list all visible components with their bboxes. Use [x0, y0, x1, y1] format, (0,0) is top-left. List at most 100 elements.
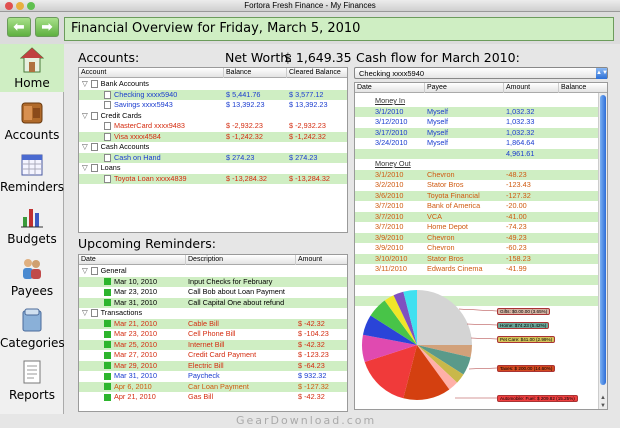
scrollbar-thumb[interactable] — [600, 95, 606, 385]
pie-slice-label: Automobile: Fuel: $ 209.82 (15.25%) — [497, 395, 578, 402]
table-row[interactable]: Mar 10, 2010 Input Checks for February — [79, 276, 347, 287]
table-row[interactable]: 3/6/2010 Toyota Financial -127.32 — [355, 190, 600, 201]
disclosure-triangle-icon[interactable]: ▽ — [82, 163, 88, 172]
account-cleared: $ -2,932.23 — [289, 121, 326, 130]
forward-button[interactable]: ➡ — [35, 17, 59, 37]
col-cleared[interactable]: Cleared Balance — [287, 68, 347, 78]
table-row[interactable]: Mar 27, 2010 Credit Card Payment $ -123.23 — [79, 350, 347, 361]
sidebar-item-payees[interactable]: Payees — [0, 252, 64, 300]
table-row[interactable]: Apr 6, 2010 Car Loan Payment $ -127.32 — [79, 381, 347, 392]
col-description[interactable]: Description — [186, 255, 296, 265]
reminder-date-text: Apr 6, 2010 — [114, 381, 152, 391]
account-select[interactable]: Checking xxxx5940 ▲▼ — [354, 67, 608, 79]
account-name: Cash on Hand — [104, 153, 161, 164]
col-date[interactable]: Date — [79, 255, 186, 265]
reminder-amount: $ 932.32 — [298, 371, 327, 380]
sidebar-item-categories[interactable]: Categories — [0, 304, 65, 352]
money-in-total-row: 4,961.61 — [355, 148, 600, 159]
account-name-text: Savings xxxx5943 — [114, 100, 173, 109]
sidebar-item-budgets[interactable]: Budgets — [0, 200, 64, 248]
table-row[interactable]: Apr 21, 2010 Gas Bill $ -42.32 — [79, 392, 347, 403]
table-row[interactable]: 3/10/2010 Stator Bros -158.23 — [355, 253, 600, 264]
watermark: GearDownload.com — [236, 414, 377, 427]
group-label: ▽ Credit Cards — [82, 111, 142, 122]
table-row[interactable]: Cash on Hand $ 274.23 $ 274.23 — [79, 152, 347, 164]
table-row[interactable]: 3/24/2010 Myself 1,864.64 — [355, 138, 600, 149]
cf-payee: Chevron — [427, 232, 455, 242]
cf-payee: Stator Bros — [427, 253, 464, 263]
table-row[interactable]: MasterCard xxxx9483 $ -2,932.23 $ -2,932.2… — [79, 121, 347, 132]
reminder-amount: $ -104.23 — [298, 329, 329, 338]
disclosure-triangle-icon[interactable]: ▽ — [82, 111, 88, 120]
table-row[interactable]: 3/9/2010 Chevron -49.23 — [355, 232, 600, 243]
table-row[interactable]: Mar 31, 2010 Paycheck $ 932.32 — [79, 371, 347, 382]
disclosure-triangle-icon[interactable]: ▽ — [82, 142, 88, 151]
account-group[interactable]: ▽ Credit Cards — [79, 111, 347, 122]
table-row[interactable]: 3/11/2010 Edwards Cinema -41.99 — [355, 264, 600, 275]
table-row[interactable]: 3/7/2010 Bank of America -20.00 — [355, 201, 600, 212]
table-row[interactable]: 3/9/2010 Chevron -60.23 — [355, 243, 600, 254]
col-balance[interactable]: Balance — [224, 68, 287, 78]
table-row[interactable]: Visa xxxx4584 $ -1,242.32 $ -1,242.32 — [79, 131, 347, 142]
col-amount[interactable]: Amount — [296, 255, 347, 265]
table-row[interactable]: 3/2/2010 Stator Bros -123.43 — [355, 180, 600, 191]
reminder-amount: $ -127.32 — [298, 381, 329, 391]
table-row[interactable]: 3/7/2010 VCA -41.00 — [355, 211, 600, 222]
col-cf-payee[interactable]: Payee — [425, 83, 504, 93]
status-square-icon — [104, 299, 111, 307]
table-row[interactable]: Savings xxxx5943 $ 13,392.23 $ 13,392.23 — [79, 100, 347, 111]
reminder-date: Mar 23, 2010 — [104, 329, 157, 340]
table-row[interactable]: Mar 23, 2010 Cell Phone Bill $ -104.23 — [79, 329, 347, 340]
col-account[interactable]: Account — [79, 68, 224, 78]
col-cf-date[interactable]: Date — [355, 83, 425, 93]
cf-payee: Bank of America — [427, 201, 481, 210]
minimize-icon[interactable] — [16, 2, 24, 10]
reminders-heading: Upcoming Reminders: — [78, 236, 216, 251]
account-name-text: Checking xxxx5940 — [114, 89, 178, 99]
accounts-table[interactable]: Account Balance Cleared Balance ▽ Bank Ac… — [78, 67, 348, 233]
table-row[interactable]: Mar 31, 2010 Call Capital One about refun… — [79, 297, 347, 308]
cashflow-scrollbar[interactable]: ▲ ▼ — [598, 93, 607, 409]
sidebar-item-accounts[interactable]: Accounts — [0, 96, 64, 144]
reminder-description: Cable Bill — [188, 318, 219, 328]
zoom-icon[interactable] — [27, 2, 35, 10]
table-row[interactable]: 3/7/2010 Home Depot -74.23 — [355, 222, 600, 233]
table-row[interactable]: 3/1/2010 Chevron -48.23 — [355, 169, 600, 180]
table-row[interactable]: Mar 23, 2010 Call Bob about Loan Payment — [79, 287, 347, 298]
disclosure-triangle-icon[interactable]: ▽ — [82, 79, 88, 88]
account-balance: $ 5,441.76 — [226, 89, 261, 99]
account-group[interactable]: ▽ Bank Accounts — [79, 79, 347, 90]
account-group[interactable]: ▽ Cash Accounts — [79, 142, 347, 153]
col-cf-amount[interactable]: Amount — [504, 83, 559, 93]
table-row[interactable]: 3/12/2010 Myself 1,032.33 — [355, 117, 600, 128]
sidebar-item-home[interactable]: Home — [0, 44, 64, 92]
close-icon[interactable] — [5, 2, 13, 10]
sidebar-item-reports[interactable]: Reports — [0, 356, 64, 404]
sidebar-item-reminders[interactable]: Reminders — [0, 148, 64, 196]
scroll-up-icon[interactable]: ▲ — [600, 395, 606, 401]
account-cleared: $ -1,242.32 — [289, 131, 326, 141]
reminder-group[interactable]: ▽ Transactions — [79, 308, 347, 319]
scroll-down-icon[interactable]: ▼ — [600, 403, 606, 409]
table-row[interactable]: Mar 25, 2010 Internet Bill $ -42.32 — [79, 339, 347, 350]
table-row[interactable]: Mar 29, 2010 Electric Bill $ -64.23 — [79, 360, 347, 371]
col-cf-balance[interactable]: Balance — [559, 83, 607, 93]
back-button[interactable]: ⬅ — [7, 17, 31, 37]
table-row[interactable]: Checking xxxx5940 $ 5,441.76 $ 3,577.12 — [79, 89, 347, 101]
cf-amount: -41.99 — [506, 264, 527, 273]
reminders-table[interactable]: Date Description Amount ▽ General Mar 10, … — [78, 254, 348, 412]
table-row[interactable]: Toyota Loan xxxx4839 $ -13,284.32 $ -13,28… — [79, 173, 347, 184]
money-out-label: Money Out — [355, 159, 600, 170]
table-row[interactable]: 3/1/2010 Myself 1,032.32 — [355, 106, 600, 117]
table-row[interactable]: Mar 21, 2010 Cable Bill $ -42.32 — [79, 318, 347, 329]
table-row[interactable]: 3/17/2010 Myself 1,032.32 — [355, 127, 600, 138]
document-icon — [104, 101, 111, 110]
reminder-group[interactable]: ▽ General — [79, 266, 347, 277]
sidebar-item-label: Reminders — [0, 180, 64, 194]
disclosure-triangle-icon[interactable]: ▽ — [82, 308, 88, 317]
disclosure-triangle-icon[interactable]: ▽ — [82, 266, 88, 275]
account-cleared: $ 274.23 — [289, 152, 318, 162]
cashflow-table[interactable]: Date Payee Amount Balance Money In 3/1/20… — [354, 82, 608, 410]
account-group[interactable]: ▽ Loans — [79, 163, 347, 174]
account-name: Checking xxxx5940 — [104, 90, 177, 101]
